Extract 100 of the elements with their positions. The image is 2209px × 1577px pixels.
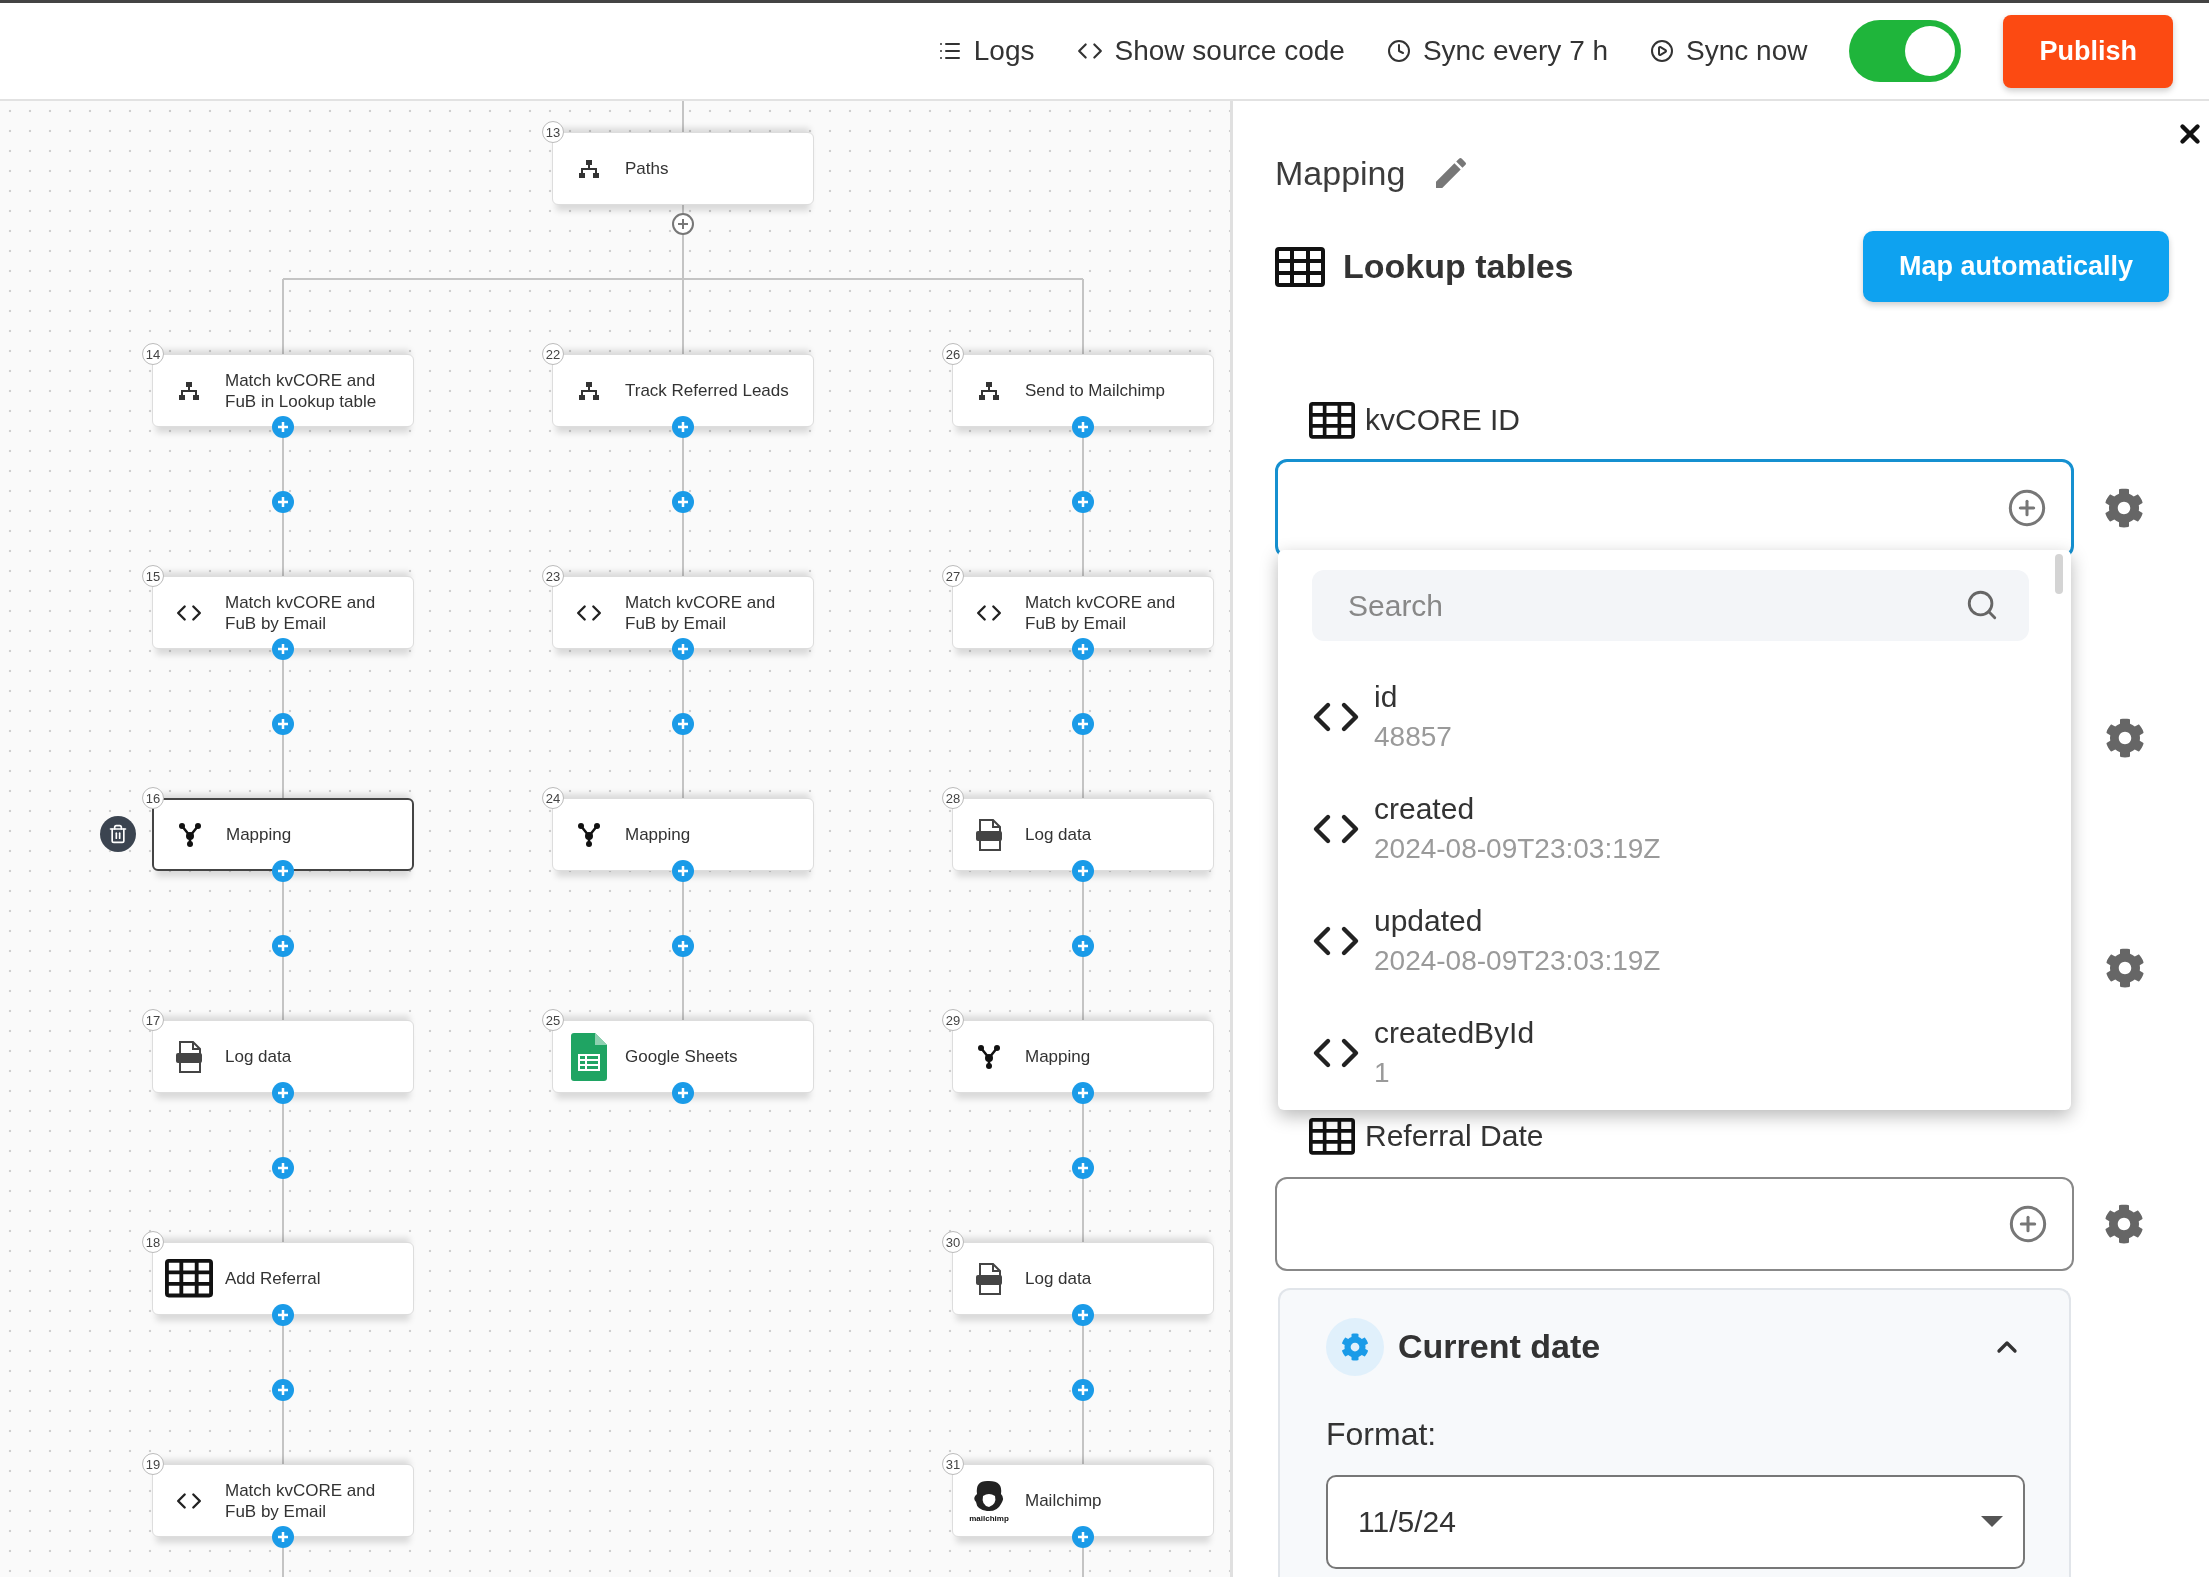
dropdown-option[interactable]: updated 2024-08-09T23:03:19Z <box>1312 901 2029 981</box>
fork-icon <box>977 1043 1001 1070</box>
search-icon <box>1965 588 1999 622</box>
add-step-button[interactable] <box>272 1526 294 1548</box>
table-icon <box>165 1259 213 1298</box>
add-step-button[interactable] <box>672 860 694 882</box>
plus-icon <box>278 940 288 951</box>
plus-icon <box>1078 718 1088 729</box>
add-step-button[interactable] <box>272 638 294 660</box>
search-field[interactable]: Search <box>1312 570 2029 641</box>
panel-title: Mapping <box>1275 153 1406 193</box>
toolbar-action[interactable]: Show source code <box>1076 35 1345 67</box>
clock-icon <box>1386 39 1411 63</box>
field-label: kvCORE ID <box>1365 403 1520 438</box>
add-path-button[interactable] <box>672 213 694 235</box>
node-title: Mapping <box>1025 1046 1091 1067</box>
step-number: 26 <box>942 343 964 365</box>
add-step-button[interactable] <box>1072 934 1094 957</box>
node-title: Paths <box>625 158 669 179</box>
add-step-button[interactable] <box>672 712 694 735</box>
dropdown-option[interactable]: created 2024-08-09T23:03:19Z <box>1312 789 2029 869</box>
plus-icon <box>1078 1532 1088 1542</box>
add-step-button[interactable] <box>1072 1526 1094 1548</box>
add-step-button[interactable] <box>272 934 294 957</box>
log-file-icon <box>975 1262 1003 1295</box>
add-step-button[interactable] <box>272 1156 294 1179</box>
hierarchy-icon <box>978 380 1000 401</box>
plus-icon <box>678 496 688 507</box>
dropdown-option[interactable]: id 48857 <box>1312 677 2029 757</box>
settings-icon <box>2104 1204 2144 1245</box>
fork-icon <box>178 821 202 848</box>
add-step-button[interactable] <box>272 490 294 513</box>
plus-icon <box>678 718 688 729</box>
add-step-button[interactable] <box>272 1378 294 1401</box>
settings-icon <box>2105 718 2145 759</box>
plus-icon <box>1078 1310 1088 1320</box>
plus-icon <box>278 1310 288 1320</box>
delete-button[interactable] <box>100 816 136 852</box>
node-title: Match kvCORE and FuB in Lookup table <box>225 369 378 412</box>
node-title: Mailchimp <box>1025 1490 1102 1511</box>
add-step-button[interactable] <box>1072 1082 1094 1104</box>
spreadsheet-icon <box>571 1032 607 1081</box>
add-step-button[interactable] <box>272 416 294 438</box>
add-step-button[interactable] <box>1072 1304 1094 1326</box>
add-step-button[interactable] <box>1072 1378 1094 1401</box>
plus-icon <box>1078 1162 1088 1173</box>
add-value-icon <box>2007 488 2047 529</box>
settings-button[interactable] <box>2105 718 2145 759</box>
toolbar-action[interactable]: Logs <box>937 35 1035 67</box>
option-value: 2024-08-09T23:03:19Z <box>1374 944 1661 978</box>
format-select[interactable]: 11/5/24 <box>1326 1474 2025 1569</box>
settings-button[interactable] <box>2105 948 2145 989</box>
step-number: 17 <box>142 1009 164 1031</box>
add-step-button[interactable] <box>672 934 694 957</box>
settings-button[interactable] <box>2104 1204 2144 1245</box>
add-step-button[interactable] <box>672 490 694 513</box>
plus-icon <box>1078 644 1088 654</box>
add-step-button[interactable] <box>672 638 694 660</box>
add-step-button[interactable] <box>1072 490 1094 513</box>
dropdown-option[interactable]: createdById 1 <box>1312 1013 2029 1093</box>
add-step-button[interactable] <box>1072 416 1094 438</box>
hierarchy-icon <box>178 380 200 401</box>
log-file-icon <box>175 1040 203 1073</box>
plus-icon <box>678 1088 688 1098</box>
settings-button[interactable] <box>2104 488 2144 529</box>
plus-icon <box>278 496 288 507</box>
node-title: Mapping <box>226 824 292 845</box>
plus-icon <box>1078 496 1088 507</box>
scrollbar-thumb[interactable] <box>2055 554 2063 594</box>
add-step-button[interactable] <box>672 416 694 438</box>
plus-icon <box>1078 1384 1088 1395</box>
add-step-button[interactable] <box>272 712 294 735</box>
plus-icon <box>678 219 688 229</box>
toolbar-action[interactable]: Sync every 7 h <box>1386 35 1609 67</box>
toolbar-action[interactable]: Sync now <box>1650 35 1808 67</box>
card-title: Current date <box>1398 1327 1602 1367</box>
add-step-button[interactable] <box>672 1082 694 1104</box>
add-step-button[interactable] <box>1072 712 1094 735</box>
play-icon <box>1650 39 1675 63</box>
table-icon <box>1309 402 1355 439</box>
add-step-button[interactable] <box>1072 1156 1094 1179</box>
format-label: Format: <box>1326 1415 1438 1453</box>
add-step-button[interactable] <box>272 860 294 882</box>
settings-icon <box>2104 488 2144 529</box>
node-title: Log data <box>1025 824 1092 845</box>
node-title: Log data <box>1025 1268 1092 1289</box>
add-step-button[interactable] <box>1072 638 1094 660</box>
settings-icon <box>1341 1332 1369 1361</box>
add-step-button[interactable] <box>272 1082 294 1104</box>
hierarchy-icon <box>578 158 600 179</box>
caret-icon <box>1981 1516 2003 1528</box>
add-value-icon <box>2008 1204 2048 1245</box>
add-step-button[interactable] <box>272 1304 294 1326</box>
step-number: 28 <box>942 787 964 809</box>
fork-icon <box>577 821 601 848</box>
mapping-input[interactable] <box>1275 1177 2074 1272</box>
hierarchy-icon <box>578 380 600 401</box>
plus-icon <box>1078 422 1088 432</box>
plus-icon <box>278 1088 288 1098</box>
add-step-button[interactable] <box>1072 860 1094 882</box>
